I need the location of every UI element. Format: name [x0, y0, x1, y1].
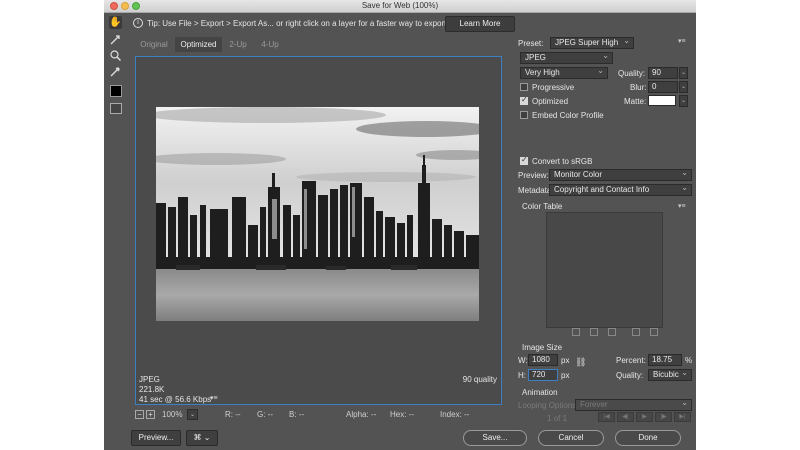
percent-unit: %	[685, 356, 693, 365]
looping-options-dropdown[interactable]: Forever	[575, 399, 692, 411]
width-label: W:	[518, 356, 528, 365]
browser-select-dropdown[interactable]: ⌘ ⌄	[186, 430, 218, 446]
delete-color-icon[interactable]	[650, 328, 658, 336]
height-label: H:	[518, 371, 526, 380]
file-format-dropdown[interactable]: JPEG	[520, 52, 613, 64]
play-button[interactable]: ▶	[636, 412, 653, 422]
image-size-heading: Image Size	[522, 343, 563, 352]
preset-dropdown[interactable]: JPEG Super High	[550, 37, 634, 49]
frame-counter: 1 of 1	[547, 414, 568, 423]
done-button[interactable]: Done	[615, 430, 681, 446]
download-time-readout: 41 sec @ 56.6 Kbps	[139, 395, 212, 404]
save-button[interactable]: Save...	[463, 430, 527, 446]
tool-column: ✋	[104, 13, 127, 413]
blur-label: Blur:	[630, 83, 647, 92]
resample-quality-dropdown[interactable]: Bicubic	[648, 369, 692, 381]
window-title: Save for Web (100%)	[361, 1, 439, 10]
first-frame-button[interactable]: |◀	[598, 412, 615, 422]
blur-stepper[interactable]: ⌄	[679, 81, 688, 93]
city-skyline-image	[156, 107, 479, 321]
index-readout: Index: --	[440, 410, 470, 419]
tab-optimized[interactable]: Optimized	[175, 37, 222, 52]
percent-field[interactable]: 18.75	[648, 354, 682, 366]
new-color-icon[interactable]	[632, 328, 640, 336]
hex-readout: Hex: --	[390, 410, 414, 419]
matte-label: Matte:	[624, 97, 647, 106]
save-for-web-dialog: Save for Web (100%) ✋ i Tip: Use File > …	[104, 0, 696, 450]
preview-in-browser-button[interactable]: Preview...	[131, 430, 181, 446]
preset-label: Preset:	[518, 39, 544, 48]
last-frame-button[interactable]: ▶|	[674, 412, 691, 422]
animation-heading: Animation	[522, 388, 558, 397]
alpha-readout: Alpha: --	[346, 410, 377, 419]
matte-color-swatch[interactable]	[648, 95, 676, 106]
zoom-tool-icon[interactable]	[109, 49, 122, 62]
preview-color-dropdown[interactable]: Monitor Color	[549, 169, 692, 181]
optimized-label: Optimized	[532, 97, 569, 106]
looping-options-label: Looping Options:	[518, 401, 579, 410]
zoom-in-button[interactable]: +	[146, 410, 155, 419]
embed-color-profile-label: Embed Color Profile	[532, 111, 604, 120]
red-readout: R: --	[225, 410, 241, 419]
zoom-dropdown[interactable]: ⌄	[187, 409, 198, 420]
dialog-button-bar: Preview... ⌘ ⌄ Save... Cancel Done	[104, 426, 696, 450]
convert-to-srgb-label: Convert to sRGB	[532, 157, 593, 166]
optimized-preview-pane[interactable]: JPEG 221.8K 41 sec @ 56.6 Kbps ▾≡ 90 qua…	[135, 56, 502, 405]
constrain-proportions-link-icon[interactable]: ⛓	[575, 357, 586, 375]
preview-label: Preview:	[518, 171, 549, 180]
blur-field[interactable]: 0	[648, 81, 678, 93]
convert-to-srgb-checkbox[interactable]	[520, 155, 528, 165]
web-shift-icon[interactable]	[590, 328, 598, 336]
toggle-slices-visibility-icon[interactable]	[110, 103, 122, 114]
cancel-button[interactable]: Cancel	[538, 430, 604, 446]
previous-frame-button[interactable]: ◀|	[617, 412, 634, 422]
optimize-menu-icon[interactable]: ▾≡	[678, 37, 686, 45]
quality-label: Quality:	[618, 69, 646, 78]
height-unit: px	[561, 371, 570, 380]
tab-2-up[interactable]: 2-Up	[222, 37, 254, 52]
tip-text: Tip: Use File > Export > Export As... or…	[147, 19, 472, 28]
info-icon: i	[133, 18, 143, 28]
compression-quality-dropdown[interactable]: Very High	[520, 67, 608, 79]
tip-bar: i Tip: Use File > Export > Export As... …	[127, 13, 519, 35]
map-color-icon[interactable]	[572, 328, 580, 336]
learn-more-button[interactable]: Learn More	[445, 16, 515, 32]
height-field[interactable]: 720	[528, 369, 558, 381]
hand-tool-icon[interactable]: ✋	[109, 16, 122, 29]
embed-color-profile-checkbox[interactable]	[520, 111, 528, 119]
progressive-checkbox[interactable]	[520, 83, 528, 91]
color-table-label: Color Table	[522, 202, 563, 211]
quality-readout: 90 quality	[462, 375, 497, 384]
zoom-out-button[interactable]: −	[135, 410, 144, 419]
file-size-readout: 221.8K	[139, 385, 165, 394]
width-field[interactable]: 1080	[528, 354, 558, 366]
progressive-label: Progressive	[532, 83, 575, 92]
color-table-menu-icon[interactable]: ▾≡	[678, 202, 686, 210]
lock-color-icon[interactable]	[608, 328, 616, 336]
slice-select-tool-icon[interactable]	[109, 33, 122, 46]
tab-original[interactable]: Original	[133, 37, 175, 52]
green-readout: G: --	[257, 410, 273, 419]
optimized-checkbox[interactable]	[520, 95, 528, 105]
zoom-level: 100%	[162, 410, 183, 419]
color-table-area[interactable]	[546, 212, 663, 328]
width-unit: px	[561, 356, 570, 365]
tab-4-up[interactable]: 4-Up	[254, 37, 286, 52]
color-table-actions	[570, 328, 660, 338]
download-rate-menu-icon[interactable]: ▾≡	[210, 394, 218, 402]
quality-stepper[interactable]: ⌄	[679, 67, 688, 79]
eyedropper-tool-icon[interactable]	[109, 65, 122, 78]
resample-quality-label: Quality:	[616, 371, 644, 380]
title-bar: Save for Web (100%)	[104, 0, 696, 13]
blue-readout: B: --	[289, 410, 305, 419]
next-frame-button[interactable]: |▶	[655, 412, 672, 422]
percent-label: Percent:	[616, 356, 646, 365]
matte-dropdown[interactable]: ⌄	[679, 95, 688, 107]
metadata-dropdown[interactable]: Copyright and Contact Info	[549, 184, 692, 196]
format-readout: JPEG	[139, 375, 160, 384]
status-bar: − + 100% ⌄ R: -- G: -- B: -- Alpha: -- H…	[133, 408, 505, 422]
quality-field[interactable]: 90	[648, 67, 678, 79]
eyedropper-color-swatch[interactable]	[110, 85, 122, 97]
